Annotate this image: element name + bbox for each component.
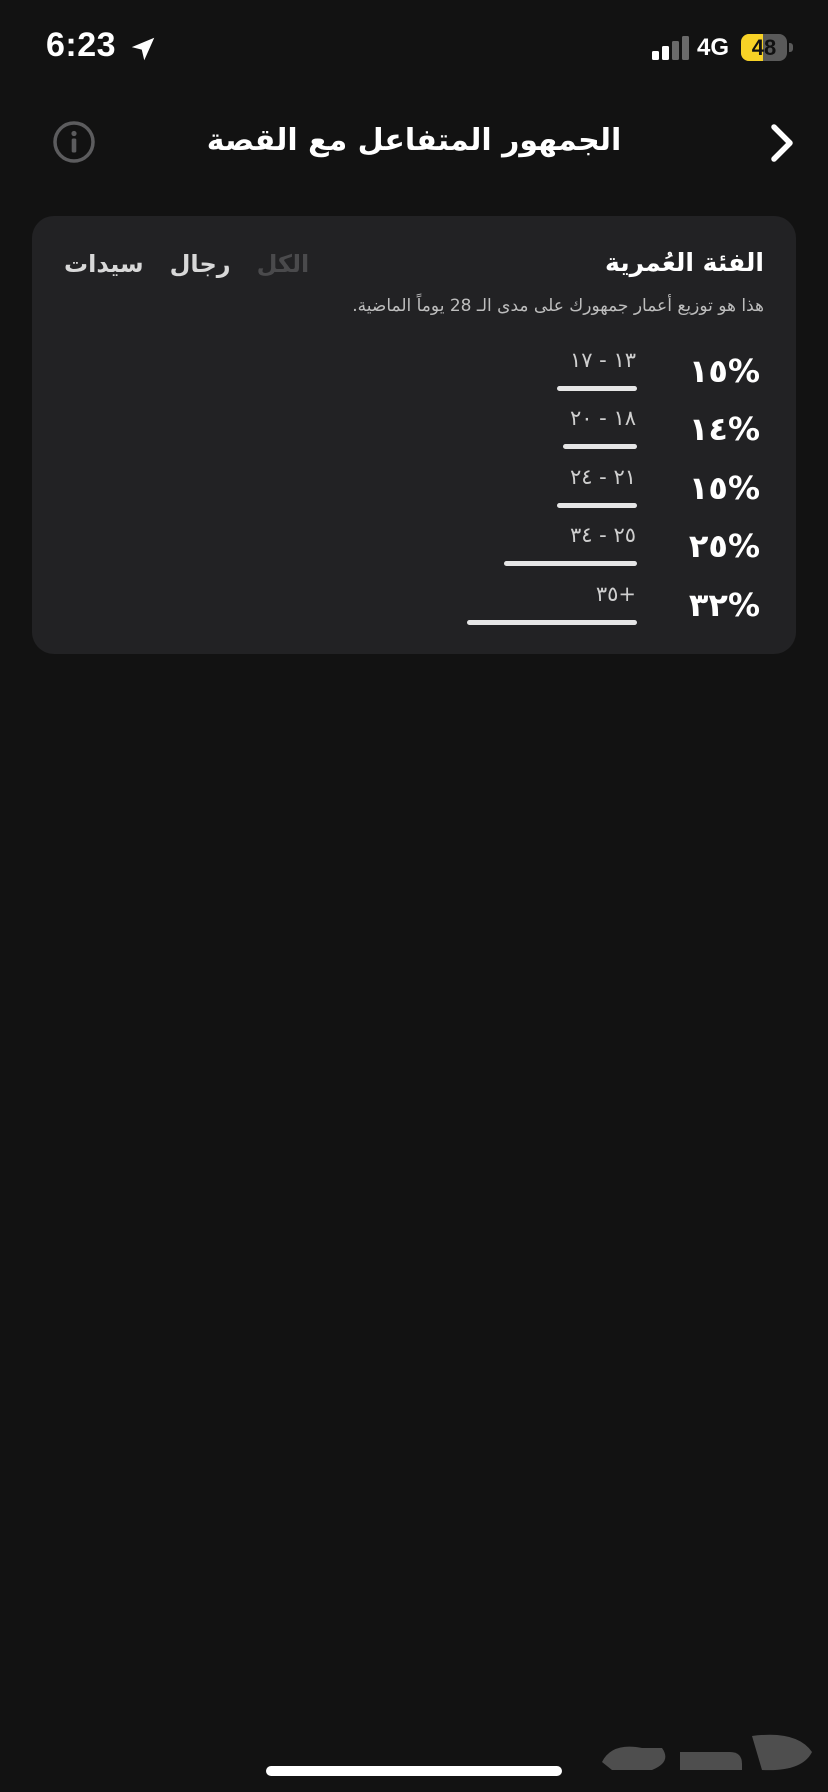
filter-tabs: سيدات رجال الكل (64, 250, 335, 278)
card-title: الفئة العُمرية (605, 248, 764, 277)
battery-icon: 48 (741, 34, 793, 61)
age-range: ٢١ - ٢٤ (569, 465, 636, 489)
age-percent: %٣٢ (688, 586, 760, 624)
network-type: 4G (697, 34, 730, 61)
chevron-right-icon[interactable] (766, 122, 798, 164)
filter-tab-men[interactable]: رجال (170, 250, 231, 278)
status-bar: 6:23 4G 48 (0, 0, 828, 96)
age-range: ٢٥ - ٣٤ (569, 523, 636, 547)
age-row: %٢٥ ٢٥ - ٣٤ (32, 519, 796, 577)
watermark-logo (602, 1734, 812, 1771)
age-percent: %١٤ (688, 410, 760, 448)
cellular-signal-icon (652, 36, 689, 60)
age-percent: %١٥ (688, 469, 760, 507)
filter-tab-all[interactable]: الكل (257, 250, 310, 278)
card-subtitle: هذا هو توزيع أعمار جمهورك على مدى الـ 28… (352, 296, 764, 316)
info-icon[interactable] (52, 120, 96, 164)
filter-tab-women[interactable]: سيدات (64, 250, 144, 278)
age-row: %١٥ ١٣ - ١٧ (32, 344, 796, 402)
age-bar (563, 444, 637, 449)
age-bar (557, 386, 637, 391)
age-percent: %٢٥ (688, 527, 760, 565)
age-range: ١٣ - ١٧ (569, 348, 636, 372)
age-row: %٣٢ +٣٥ (32, 578, 796, 636)
age-group-card: الفئة العُمرية سيدات رجال الكل هذا هو تو… (32, 216, 796, 654)
age-bar (504, 561, 637, 566)
age-bar (467, 620, 637, 625)
battery-level: 48 (751, 35, 777, 60)
battery-body: 48 (741, 34, 787, 61)
age-percent: %١٥ (688, 352, 760, 390)
battery-tip (789, 43, 793, 52)
status-time: 6:23 (46, 26, 117, 64)
location-arrow-icon (131, 37, 155, 61)
age-row: %١٥ ٢١ - ٢٤ (32, 461, 796, 519)
age-row: %١٤ ١٨ - ٢٠ (32, 402, 796, 460)
home-indicator[interactable] (266, 1766, 562, 1776)
page-title: الجمهور المتفاعل مع القصة (206, 123, 622, 158)
age-range: +٣٥ (595, 582, 636, 606)
age-range: ١٨ - ٢٠ (569, 406, 636, 430)
header: الجمهور المتفاعل مع القصة (0, 100, 828, 184)
age-bar (557, 503, 637, 508)
